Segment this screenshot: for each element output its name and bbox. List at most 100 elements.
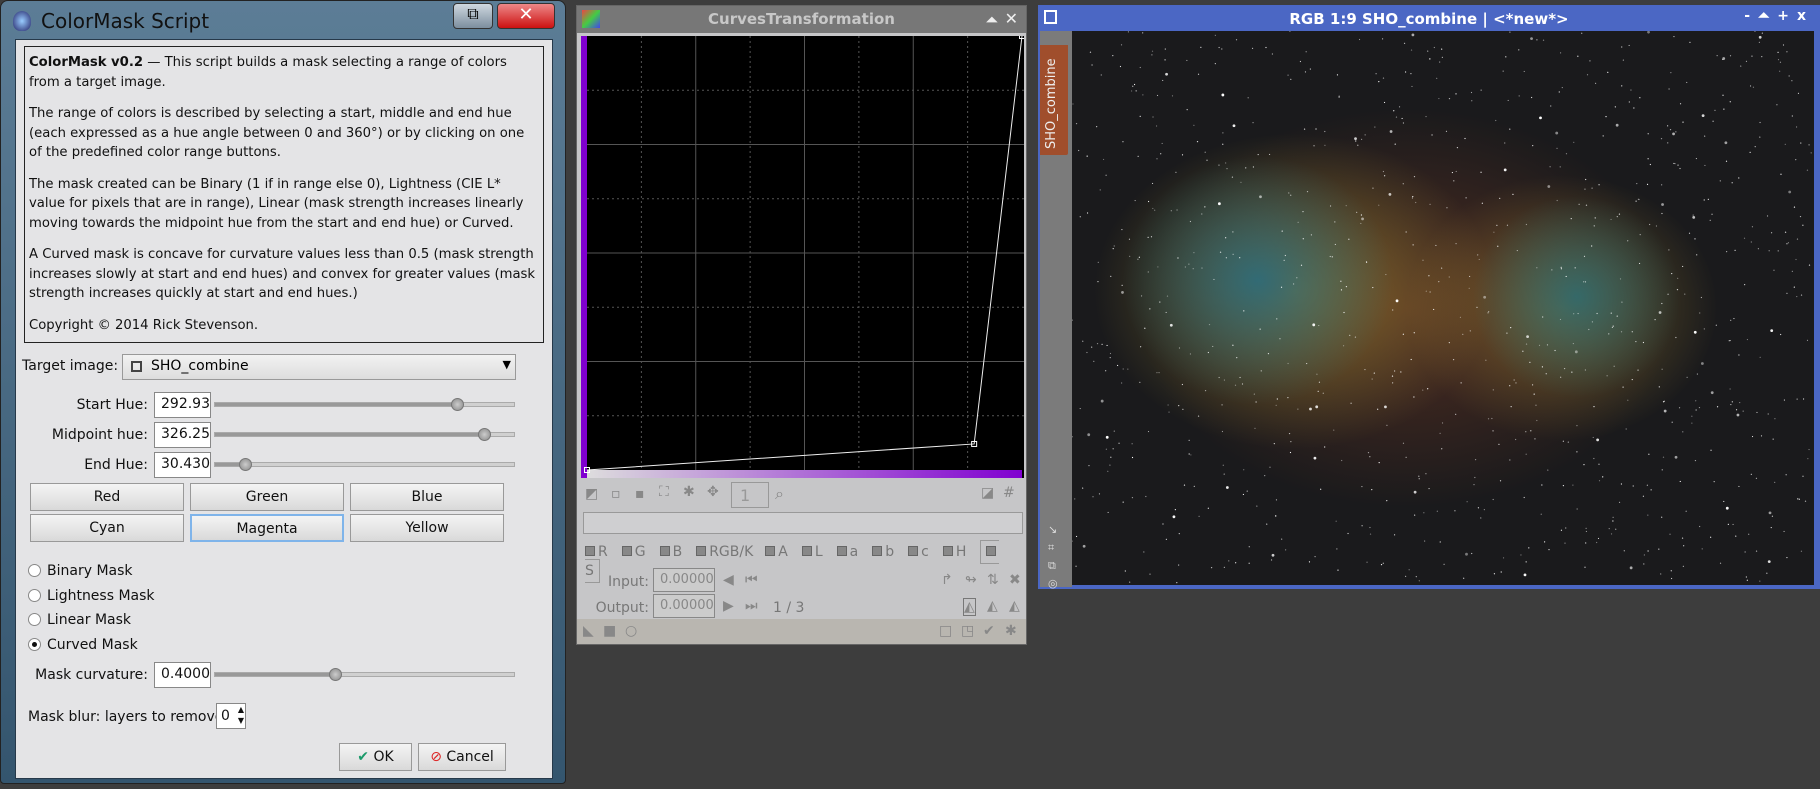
- image-icon: [131, 361, 142, 372]
- color-button-magenta[interactable]: Magenta: [190, 514, 344, 542]
- channel-rgbk[interactable]: RGB/K: [696, 544, 753, 560]
- hue-bar-x: [587, 470, 1022, 478]
- shade-icon[interactable]: ⏶: [985, 10, 998, 30]
- nebula-image[interactable]: [1072, 31, 1814, 585]
- output-field[interactable]: 0.00000: [653, 594, 715, 618]
- graph-background: [581, 36, 1024, 478]
- histogram-toggle-icon[interactable]: ◪: [981, 485, 994, 501]
- curve-graph[interactable]: [581, 36, 1024, 478]
- apply-global-icon[interactable]: ○: [625, 623, 637, 639]
- channel-label: H: [955, 544, 967, 560]
- ok-button[interactable]: ✔ OK: [339, 743, 412, 771]
- next-point-icon[interactable]: ▶: [723, 598, 734, 614]
- channel-b[interactable]: B: [659, 544, 682, 560]
- curvature-label: Mask curvature:: [35, 667, 148, 683]
- interp-akima-icon[interactable]: ◭: [963, 598, 976, 616]
- mask-type-radio[interactable]: Lightness Mask: [28, 588, 155, 604]
- new-instance-icon[interactable]: ◣: [583, 623, 594, 639]
- cancel-button[interactable]: ⊘ Cancel: [418, 743, 506, 771]
- browse-doc-icon[interactable]: ◳: [961, 623, 974, 639]
- close-icon[interactable]: ✕: [1005, 9, 1018, 28]
- color-button-green[interactable]: Green: [190, 483, 344, 511]
- resize-icon[interactable]: ↘: [1048, 521, 1058, 539]
- mask-type-radio[interactable]: Binary Mask: [28, 563, 133, 579]
- dialog-title: ColorMask Script: [41, 9, 210, 33]
- check-icon[interactable]: ✔: [983, 623, 995, 639]
- channel-r[interactable]: R: [585, 544, 608, 560]
- target-image-select[interactable]: SHO_combine ▼: [122, 354, 516, 380]
- end-hue-slider[interactable]: [214, 458, 515, 471]
- maximize-icon[interactable]: +: [1777, 8, 1797, 24]
- curvature-input[interactable]: 0.4000: [154, 662, 211, 688]
- window-controls: -⏶+x: [1744, 8, 1814, 24]
- restore-button[interactable]: ⧉: [453, 3, 493, 29]
- mask-type-radio[interactable]: Linear Mask: [28, 612, 131, 628]
- pan-icon[interactable]: ✥: [707, 484, 719, 500]
- color-button-blue[interactable]: Blue: [350, 483, 504, 511]
- minimize-icon[interactable]: -: [1744, 8, 1758, 24]
- check-icon: ✔: [357, 749, 370, 765]
- start-hue-slider[interactable]: [214, 398, 515, 411]
- clone-icon[interactable]: ⧉: [1048, 557, 1058, 575]
- color-button-red[interactable]: Red: [30, 483, 184, 511]
- target-image-value: SHO_combine: [151, 358, 249, 374]
- mirror-icon[interactable]: ↬: [965, 572, 977, 588]
- close-icon[interactable]: x: [1797, 8, 1814, 24]
- start-hue-input[interactable]: 292.93: [154, 392, 211, 418]
- channel-label: a: [849, 544, 859, 560]
- invert-icon[interactable]: ↱: [941, 572, 953, 588]
- channel-a[interactable]: a: [836, 544, 859, 560]
- fit-icon[interactable]: ⌗: [1048, 539, 1058, 557]
- interp-cubic-icon[interactable]: ◭: [987, 598, 998, 614]
- first-point-icon[interactable]: ⏮: [745, 572, 758, 588]
- curvature-slider[interactable]: [214, 668, 515, 681]
- channel-h[interactable]: H: [942, 544, 967, 560]
- channel-g[interactable]: G: [621, 544, 646, 560]
- script-name: ColorMask v0.2: [29, 55, 144, 70]
- view-tab[interactable]: SHO_combine: [1040, 45, 1068, 155]
- desc-range: The range of colors is described by sele…: [29, 106, 525, 160]
- info-bar: [583, 512, 1023, 534]
- shade-icon[interactable]: ⏶: [1758, 8, 1777, 24]
- radio-circle: [28, 588, 41, 602]
- channel-a[interactable]: A: [765, 544, 788, 560]
- channel-swatch-icon: [765, 546, 776, 556]
- prev-point-icon[interactable]: ◀: [723, 572, 734, 588]
- ok-label: OK: [373, 749, 394, 765]
- curves-title: CurvesTransformation: [708, 10, 895, 28]
- reset-icon[interactable]: ✖: [1009, 572, 1021, 588]
- spin-arrows-icon[interactable]: ▲ ▼: [238, 704, 244, 726]
- select-mode-icon[interactable]: ▫: [611, 486, 621, 502]
- radio-circle: [28, 637, 41, 651]
- magnifier-icon[interactable]: ⌕: [775, 484, 784, 504]
- restore-icon: ⧉: [467, 4, 479, 23]
- channel-c[interactable]: c: [908, 544, 929, 560]
- radio-label: Lightness Mask: [47, 587, 155, 604]
- channel-l[interactable]: L: [801, 544, 823, 560]
- preview-icon[interactable]: □: [939, 623, 952, 639]
- target-icon[interactable]: ◎: [1048, 575, 1058, 593]
- delete-mode-icon[interactable]: ▪: [635, 486, 645, 502]
- input-field[interactable]: 0.00000: [653, 568, 715, 592]
- midpoint-hue-input[interactable]: 326.25: [154, 422, 211, 448]
- edit-mode-icon[interactable]: ◩: [585, 486, 598, 502]
- last-point-icon[interactable]: ⏭: [745, 598, 758, 614]
- grid-toggle-icon[interactable]: #: [1003, 485, 1015, 501]
- close-button[interactable]: ✕: [497, 3, 555, 29]
- channel-b[interactable]: b: [872, 544, 894, 560]
- midpoint-hue-slider[interactable]: [214, 428, 515, 441]
- channel-selector: R G B RGB/K A La b c H S: [585, 540, 1025, 583]
- zoom-in-icon[interactable]: ⛶: [659, 484, 669, 500]
- zoom-out-icon[interactable]: ✱: [683, 484, 695, 500]
- reset-channel-icon[interactable]: ⇅: [987, 572, 999, 588]
- interp-linear-icon[interactable]: ◭: [1009, 598, 1020, 614]
- apply-icon[interactable]: ■: [603, 623, 616, 639]
- blur-spinbox[interactable]: 0 ▲ ▼: [216, 703, 246, 729]
- curves-titlebar[interactable]: CurvesTransformation ⏶ ✕: [577, 6, 1026, 33]
- color-button-cyan[interactable]: Cyan: [30, 514, 184, 542]
- reset-all-icon[interactable]: ✱: [1005, 623, 1017, 639]
- zoom-spinbox[interactable]: 1: [731, 482, 769, 508]
- end-hue-input[interactable]: 30.430: [154, 452, 211, 478]
- color-button-yellow[interactable]: Yellow: [350, 514, 504, 542]
- mask-type-radio[interactable]: Curved Mask: [28, 637, 138, 653]
